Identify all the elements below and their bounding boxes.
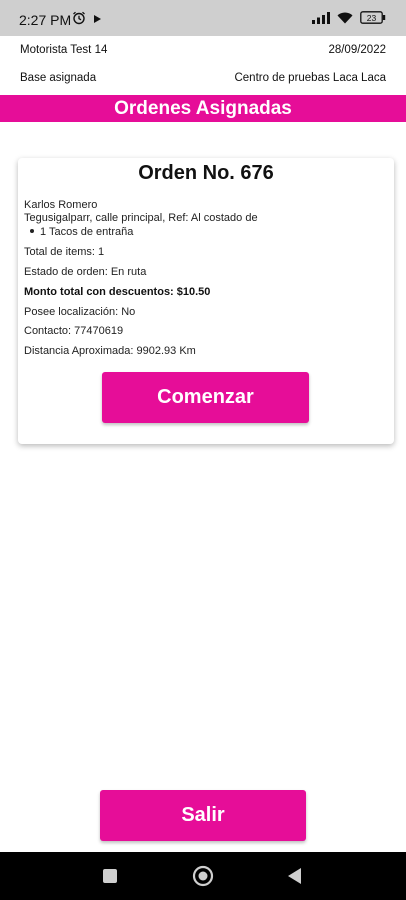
status-bar: 2:27 PM 23 xyxy=(0,0,406,36)
back-button[interactable] xyxy=(265,852,325,900)
play-icon xyxy=(92,11,102,29)
driver-name: Motorista Test 14 xyxy=(20,44,108,56)
order-address: Tegusigalparr, calle principal, Ref: Al … xyxy=(24,212,258,224)
approx-distance: Distancia Aproximada: 9902.93 Km xyxy=(24,345,196,357)
start-button[interactable]: Comenzar xyxy=(102,372,309,423)
order-item: 1 Tacos de entraña xyxy=(30,226,133,238)
status-left-icons xyxy=(72,11,102,30)
order-item-text: 1 Tacos de entraña xyxy=(40,226,134,238)
wifi-icon xyxy=(337,11,353,29)
total-with-discount: Monto total con descuentos: $10.50 xyxy=(24,286,211,298)
order-title: Orden No. 676 xyxy=(138,162,274,184)
base-label: Base asignada xyxy=(20,72,97,84)
header-row-driver: Motorista Test 14 28/09/2022 xyxy=(20,44,386,56)
recents-button[interactable] xyxy=(80,852,140,900)
back-triangle-icon xyxy=(288,868,301,884)
page-title: Ordenes Asignadas xyxy=(0,95,406,122)
header-date: 28/09/2022 xyxy=(328,44,386,56)
status-right-icons: 23 xyxy=(312,11,386,29)
recents-square-icon xyxy=(103,869,117,883)
customer-name: Karlos Romero xyxy=(24,199,98,211)
contact-phone: Contacto: 77470619 xyxy=(24,325,124,337)
header-row-base: Base asignada Centro de pruebas Laca Lac… xyxy=(20,72,386,84)
alarm-icon xyxy=(72,11,86,30)
navigation-bar xyxy=(0,852,406,900)
base-value: Centro de pruebas Laca Laca xyxy=(234,72,386,84)
order-card: Orden No. 676 Karlos Romero Tegusigalpar… xyxy=(18,158,394,444)
home-button[interactable] xyxy=(173,852,233,900)
total-items: Total de items: 1 xyxy=(24,246,105,258)
exit-button[interactable]: Salir xyxy=(100,790,306,841)
order-status: Estado de orden: En ruta xyxy=(24,266,147,278)
status-time: 2:27 PM xyxy=(19,12,72,28)
home-circle-icon xyxy=(192,865,214,887)
signal-icon xyxy=(312,11,330,29)
has-location: Posee localización: No xyxy=(24,306,136,318)
battery-level: 23 xyxy=(367,13,377,23)
bullet-icon xyxy=(30,229,34,234)
battery-icon: 23 xyxy=(360,11,386,29)
